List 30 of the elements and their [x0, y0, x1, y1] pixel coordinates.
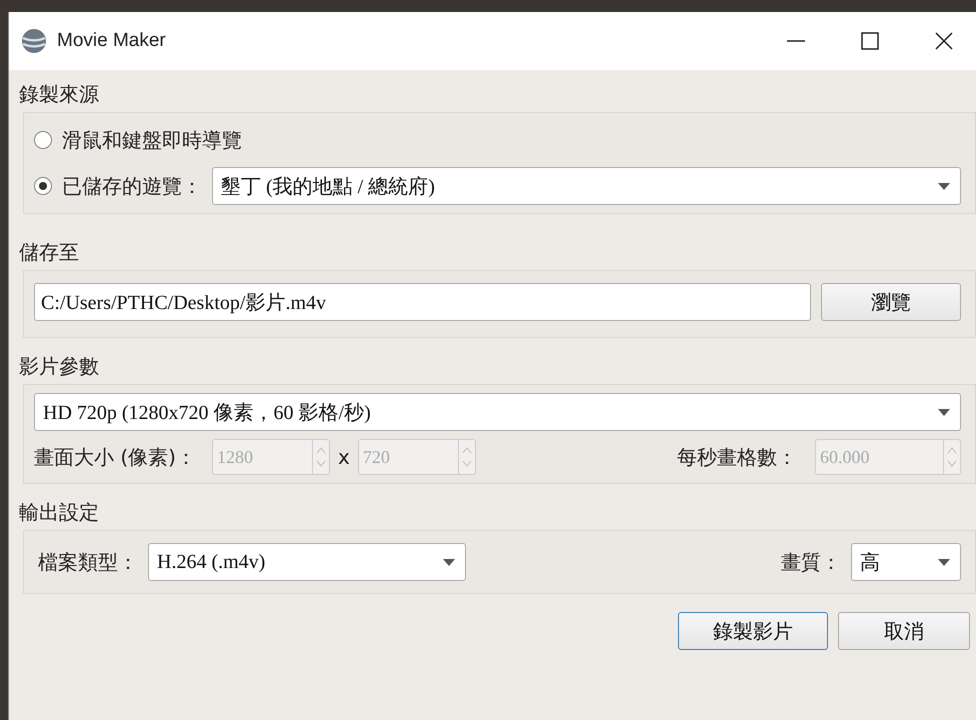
- preset-dropdown[interactable]: HD 720p (1280x720 像素，60 影格/秒): [34, 393, 961, 431]
- radio-label[interactable]: 已儲存的遊覽：: [62, 172, 202, 200]
- section-label: 影片參數: [19, 352, 99, 380]
- fps-label: 每秒畫格數：: [677, 444, 797, 470]
- dialog-button[interactable]: 取消: [838, 612, 970, 650]
- section-label: 錄製來源: [19, 80, 99, 108]
- section-label: 輸出設定: [19, 498, 99, 526]
- close-icon: [934, 31, 954, 51]
- maximize-icon: [860, 31, 880, 51]
- dropdown-caret-icon: [938, 182, 950, 190]
- radio-label[interactable]: 滑鼠和鍵盤即時導覽: [62, 126, 242, 154]
- browse-button[interactable]: 瀏覽: [821, 283, 961, 321]
- tour-dropdown[interactable]: 墾丁 (我的地點 / 總統府): [212, 167, 961, 205]
- radio-button[interactable]: [34, 131, 52, 149]
- path-field[interactable]: C:/Users/PTHC/Desktop/影片.m4v: [34, 283, 811, 321]
- file-type-dropdown[interactable]: H.264 (.m4v): [148, 543, 466, 581]
- dropdown-caret-icon: [443, 558, 455, 566]
- dialog-button[interactable]: 錄製影片: [678, 612, 828, 650]
- file-type-label: 檔案類型：: [38, 548, 138, 576]
- globe-icon: [21, 28, 47, 54]
- dropdown-caret-icon: [938, 408, 950, 416]
- window-title: Movie Maker: [57, 30, 167, 52]
- dropdown-caret-icon: [938, 558, 950, 566]
- quality-dropdown[interactable]: 高: [851, 543, 961, 581]
- quality-label: 畫質：: [781, 548, 841, 576]
- size-label: 畫面大小 (像素)：: [34, 444, 196, 470]
- times-label: x: [338, 445, 350, 469]
- minimize-icon: [786, 40, 806, 42]
- radio-button[interactable]: [34, 177, 52, 195]
- section-label: 儲存至: [19, 238, 79, 266]
